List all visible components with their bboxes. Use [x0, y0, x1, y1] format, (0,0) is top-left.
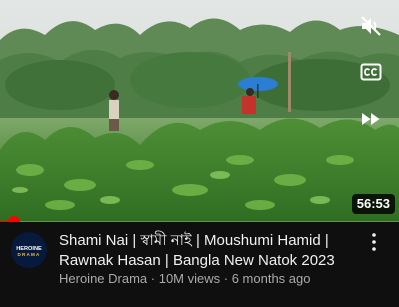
upload-age: 6 months ago [231, 271, 311, 286]
fast-forward-button[interactable] [360, 109, 382, 129]
video-thumbnail-scene [0, 0, 399, 222]
fast-forward-icon [362, 113, 380, 125]
channel-avatar[interactable]: HEROINE DRAMA [11, 232, 47, 268]
video-info: HEROINE DRAMA Shami Nai | স্বামী নাই | M… [0, 223, 399, 307]
channel-name[interactable]: Heroine Drama [59, 271, 147, 286]
mute-button[interactable] [358, 13, 384, 39]
view-count: 10M views [158, 271, 221, 286]
progress-bar[interactable] [0, 216, 399, 222]
meta-separator: · [220, 271, 232, 286]
video-duration: 56:53 [351, 194, 395, 214]
more-vertical-icon [372, 233, 376, 251]
logo-text-line-2: DRAMA [17, 252, 40, 257]
channel-logo: HEROINE DRAMA [11, 232, 47, 268]
more-options-button[interactable] [365, 231, 383, 253]
volume-muted-icon [361, 16, 381, 36]
video-title[interactable]: Shami Nai | স্বামী নাই | Moushumi Hamid … [59, 231, 349, 271]
video-metadata: Heroine Drama · 10M views · 6 months ago [59, 271, 359, 287]
closed-captions-icon [360, 63, 382, 81]
progress-scrubber[interactable] [7, 216, 20, 222]
captions-button[interactable] [359, 61, 383, 83]
meta-separator: · [147, 271, 159, 286]
video-player[interactable]: 56:53 [0, 0, 399, 222]
